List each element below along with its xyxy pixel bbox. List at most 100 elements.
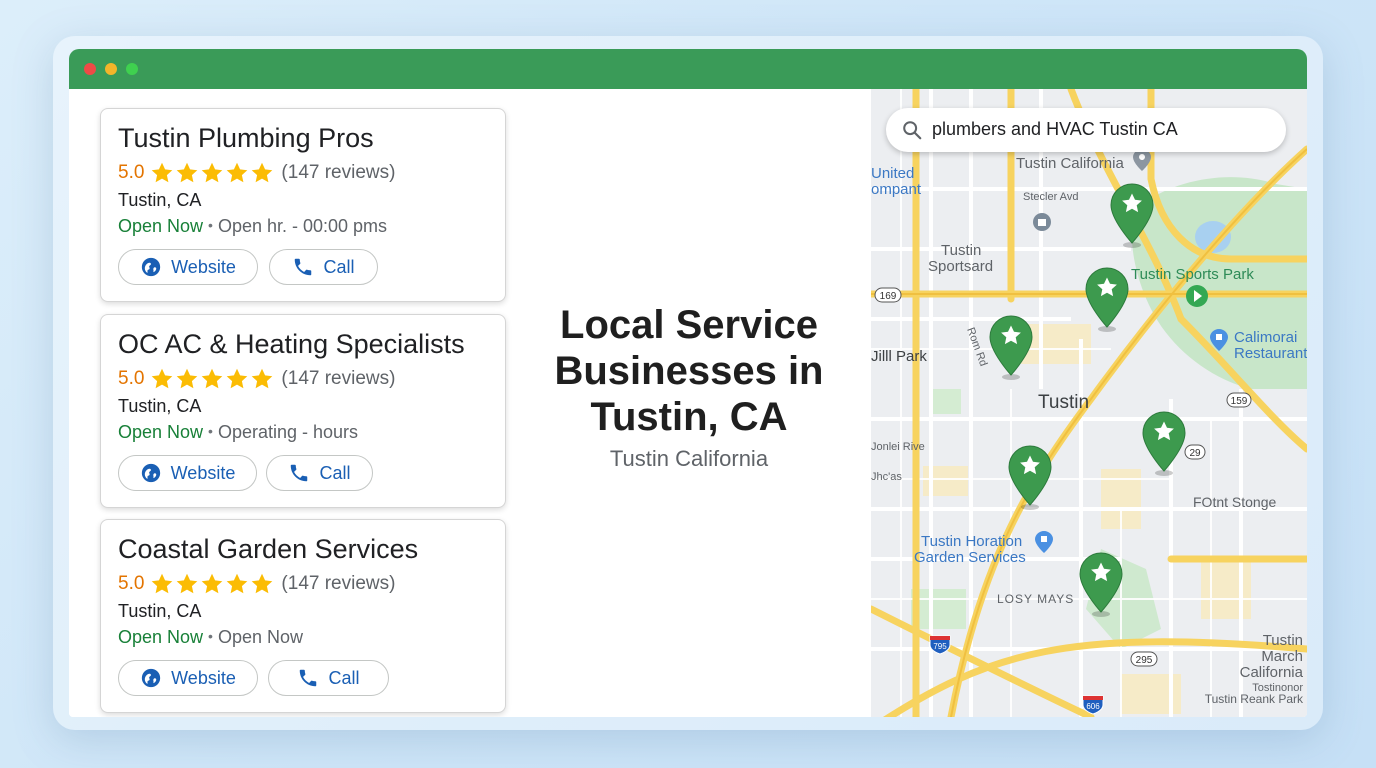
map-label: Jonlei Rive [871,441,925,453]
map-canvas[interactable]: 169 159 29 295 795 606 Tustin California… [871,89,1307,717]
search-input[interactable]: plumbers and HVAC Tustin CA [932,119,1178,140]
call-button[interactable]: Call [269,249,378,285]
review-count[interactable]: (147 reviews) [281,162,395,184]
star-icon [152,573,173,594]
hours-text: Open Now [217,627,303,647]
business-city: Tustin, CA [118,396,202,416]
business-card[interactable]: OC AC & Heating Specialists 5.0 (147 rev… [100,314,506,508]
map-label: March [1261,648,1303,665]
page-subtitle: Tustin California [609,446,769,471]
business-card[interactable]: Tustin Plumbing Pros 5.0 (147 reviews) T… [100,108,506,302]
hours-row: Open Now • Open Now [118,627,303,648]
star-icon [227,162,248,183]
star-icon [227,573,248,594]
star-icon [177,573,198,594]
map-label: LOSY MAYS [997,592,1074,606]
website-button[interactable]: Website [118,660,258,696]
map-label: Jilll Park [871,348,927,365]
page-title: Local Service Businesses in Tustin, CA [554,303,824,439]
map-pin-icon[interactable] [1085,267,1129,333]
business-name[interactable]: Coastal Garden Services [118,534,418,565]
route-shield: 295 [1130,651,1158,667]
browser-window: Tustin Plumbing Pros 5.0 (147 reviews) T… [69,49,1307,717]
review-count[interactable]: (147 reviews) [281,368,395,390]
phone-icon [295,258,312,276]
map-label: Sportsard [928,258,993,275]
rating-row: 5.0 (147 reviews) [118,572,395,596]
map-label: Jhc'as [871,471,902,483]
business-name[interactable]: Tustin Plumbing Pros [118,123,374,154]
call-label: Call [328,667,360,688]
map-pin-icon[interactable] [1142,411,1186,477]
search-icon[interactable] [901,119,923,141]
star-icon [152,368,173,389]
business-card[interactable]: Coastal Garden Services 5.0 (147 reviews… [100,519,506,713]
website-label: Website [170,462,236,483]
hours-row: Open Now • Operating - hours [118,422,358,443]
map-label: FOtnt Stonge [1193,494,1276,510]
globe-icon [141,463,160,483]
hours-text: Operating - hours [217,422,359,442]
open-status: Open Now [118,216,204,236]
map-label: Garden Services [914,549,1026,566]
rating-row: 5.0 (147 reviews) [118,367,395,391]
map-panel[interactable]: 169 159 29 295 795 606 Tustin California… [871,89,1307,717]
map-label: United [871,165,914,182]
rating-row: 5.0 (147 reviews) [118,161,395,185]
star-icon [252,573,273,594]
phone-icon [291,464,308,482]
open-status: Open Now [118,422,204,442]
close-window-button[interactable] [84,63,96,75]
map-label: Calimorai [1234,329,1297,346]
map-pin-icon[interactable] [1110,183,1154,249]
star-icon [252,162,273,183]
svg-text:295: 295 [1136,655,1153,666]
route-shield: 29 [1184,444,1206,460]
window-titlebar [69,49,1307,89]
map-label: Tustin California [1016,155,1124,172]
map-label: Tustin [941,242,981,259]
separator-dot: • [208,628,213,644]
page-content: Tustin Plumbing Pros 5.0 (147 reviews) T… [69,89,1307,717]
star-rating [150,572,274,596]
open-status: Open Now [118,627,204,647]
globe-icon [141,257,161,277]
website-label: Website [171,667,236,688]
park-area [931,389,961,414]
star-icon [177,368,198,389]
call-button[interactable]: Call [268,660,389,696]
rating-score: 5.0 [118,573,145,594]
landmark-icon [1033,213,1051,231]
separator-dot: • [208,423,213,439]
map-label: Tustin Reank Park [1205,692,1304,706]
star-icon [202,162,223,183]
star-icon [152,162,173,183]
route-shield: 159 [1226,392,1252,408]
map-pin-icon[interactable] [1079,552,1123,618]
review-count[interactable]: (147 reviews) [281,573,395,595]
website-button[interactable]: Website [118,249,258,285]
business-city: Tustin, CA [118,601,202,621]
minimize-window-button[interactable] [105,63,117,75]
maximize-window-button[interactable] [126,63,138,75]
star-icon [227,368,248,389]
website-button[interactable]: Website [118,455,257,491]
svg-text:29: 29 [1189,448,1201,459]
business-name[interactable]: OC AC & Heating Specialists [118,329,465,360]
map-label: Tustin [1038,392,1089,413]
map-label: Tustin Sports Park [1131,266,1254,283]
call-label: Call [323,256,355,277]
svg-text:159: 159 [1231,396,1248,407]
map-pin-icon[interactable] [989,315,1033,381]
svg-text:169: 169 [880,291,897,302]
call-button[interactable]: Call [266,455,373,491]
park-icon [1186,285,1208,307]
call-label: Call [319,462,351,483]
map-search-bar[interactable]: plumbers and HVAC Tustin CA [886,108,1286,152]
star-rating [150,367,274,391]
map-label: Restaurant [1234,345,1307,362]
map-label: Tustin [1263,632,1303,649]
map-label: Tustin Horation [921,533,1022,550]
map-pin-icon[interactable] [1008,445,1052,511]
business-city: Tustin, CA [118,190,202,210]
